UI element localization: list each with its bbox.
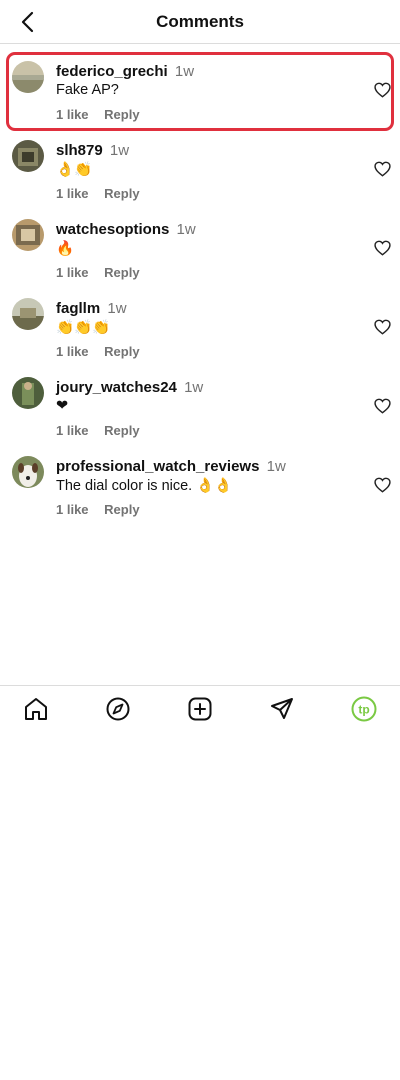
create-plus-icon[interactable] <box>187 696 213 722</box>
reply-button[interactable]: Reply <box>104 423 139 438</box>
comment-item: fagllm 1w 👏👏👏 1 like Reply <box>0 289 400 368</box>
profile-avatar-icon[interactable]: tp <box>351 696 377 722</box>
avatar[interactable] <box>12 298 44 330</box>
page-title: Comments <box>156 12 244 31</box>
comment-list: federico_grechi 1w Fake AP? 1 like Reply… <box>0 52 400 526</box>
comment-header: slh879 1w <box>56 142 129 159</box>
heart-icon[interactable] <box>374 82 391 98</box>
comment-meta: 1 like Reply <box>56 186 140 201</box>
reply-button[interactable]: Reply <box>104 265 139 280</box>
comment-header: joury_watches24 1w <box>56 379 203 396</box>
username[interactable]: watchesoptions <box>56 221 169 238</box>
like-count[interactable]: 1 like <box>56 186 89 201</box>
timestamp: 1w <box>109 142 130 159</box>
comment-meta: 1 like Reply <box>56 265 140 280</box>
comment-item: joury_watches24 1w ❤ 1 like Reply <box>0 368 400 447</box>
comment-item: professional_watch_reviews 1w The dial c… <box>0 447 400 526</box>
username[interactable]: professional_watch_reviews <box>56 458 259 475</box>
timestamp: 1w <box>174 63 195 80</box>
comment-header: watchesoptions 1w <box>56 221 196 238</box>
comment-text: 🔥 <box>56 241 75 257</box>
reply-button[interactable]: Reply <box>104 186 139 201</box>
home-icon[interactable] <box>23 696 49 722</box>
bottom-nav-bar: tp <box>0 685 400 732</box>
like-count[interactable]: 1 like <box>56 502 89 517</box>
timestamp: 1w <box>184 379 204 396</box>
username[interactable]: fagllm <box>56 300 100 317</box>
like-count[interactable]: 1 like <box>56 423 89 438</box>
comment-text: 👌👏 <box>56 162 93 178</box>
comment-meta: 1 like Reply <box>56 502 140 517</box>
avatar[interactable] <box>12 456 44 488</box>
reply-button[interactable]: Reply <box>104 107 139 122</box>
heart-icon[interactable] <box>374 319 391 335</box>
comment-meta: 1 like Reply <box>56 423 140 438</box>
direct-send-icon[interactable] <box>269 696 295 722</box>
comment-header: federico_grechi 1w <box>56 63 194 80</box>
username[interactable]: joury_watches24 <box>56 379 177 396</box>
username[interactable]: federico_grechi <box>56 63 168 80</box>
avatar[interactable] <box>12 61 44 93</box>
comment-item: slh879 1w 👌👏 1 like Reply <box>0 131 400 210</box>
explore-compass-icon[interactable] <box>105 696 131 722</box>
avatar[interactable] <box>12 219 44 251</box>
profile-initials: tp <box>358 703 369 717</box>
like-count[interactable]: 1 like <box>56 107 89 122</box>
reply-button[interactable]: Reply <box>104 344 139 359</box>
comment-meta: 1 like Reply <box>56 107 140 122</box>
like-count[interactable]: 1 like <box>56 344 89 359</box>
heart-icon[interactable] <box>374 398 391 414</box>
comment-text: Fake AP? <box>56 82 119 98</box>
heart-icon[interactable] <box>374 477 391 493</box>
heart-icon[interactable] <box>374 240 391 256</box>
comment-item: federico_grechi 1w Fake AP? 1 like Reply <box>0 52 400 131</box>
comment-text: The dial color is nice. 👌👌 <box>56 478 233 494</box>
timestamp: 1w <box>176 221 196 238</box>
comment-meta: 1 like Reply <box>56 344 140 359</box>
comment-header: professional_watch_reviews 1w <box>56 458 286 475</box>
like-count[interactable]: 1 like <box>56 265 89 280</box>
username[interactable]: slh879 <box>56 142 103 159</box>
heart-icon[interactable] <box>374 161 391 177</box>
timestamp: 1w <box>107 300 127 317</box>
comment-text: 👏👏👏 <box>56 320 111 336</box>
reply-button[interactable]: Reply <box>104 502 139 517</box>
avatar[interactable] <box>12 377 44 409</box>
avatar[interactable] <box>12 140 44 172</box>
comment-item: watchesoptions 1w 🔥 1 like Reply <box>0 210 400 289</box>
comment-header: fagllm 1w <box>56 300 127 317</box>
comment-text: ❤ <box>56 398 69 414</box>
comments-header: Comments <box>0 0 400 44</box>
timestamp: 1w <box>266 458 286 475</box>
